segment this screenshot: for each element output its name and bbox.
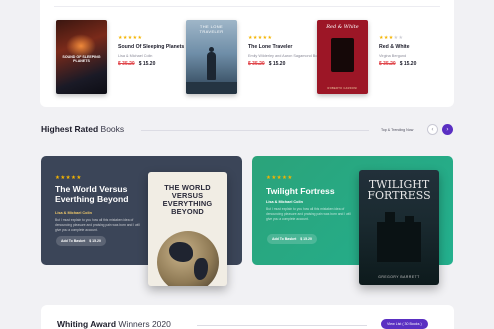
cover-author: ROBERTO CARDONI — [327, 87, 358, 90]
view-list-button[interactable]: View List ( 30 Books ) — [381, 319, 428, 329]
cover-title: SOUND OF SLEEPING PLANETS — [62, 55, 101, 64]
featured-author: Lisa & Michael Colin — [266, 200, 303, 204]
new-price: $ 15.20 — [138, 61, 156, 68]
cover-title: THE WORLD VERSUS EVERYTHING BEYOND — [162, 183, 213, 216]
featured-description: But I must explain to you how all this m… — [55, 218, 140, 232]
rating-stars: ★★★★★ — [248, 35, 273, 41]
product-author: Virgina Bergund — [379, 53, 407, 58]
cover-title: THE LONE TRAVELER — [199, 24, 224, 34]
add-to-basket-button[interactable]: Add To Basket $ 15.20 — [267, 234, 317, 244]
section-divider — [141, 130, 369, 131]
cover-title: TWILIGHT FORTRESS — [367, 178, 431, 202]
featured-title[interactable]: The World Versus Everthing Beyond — [55, 184, 147, 205]
product-strip: SOUND OF SLEEPING PLANETS ★★★★★ Sound Of… — [40, 0, 454, 107]
product-title[interactable]: Red & White — [379, 44, 459, 51]
book-cover[interactable]: TWILIGHT FORTRESS GREGORY BARRETT — [359, 170, 439, 285]
product-title[interactable]: The Lone Traveler — [248, 44, 328, 51]
new-price: $ 15.20 — [268, 61, 286, 68]
rating-stars: ★★★★★ — [266, 175, 293, 181]
new-price: $ 15.20 — [399, 61, 417, 68]
book-cover[interactable]: Red & White ROBERTO CARDONI — [317, 20, 368, 94]
old-price: $ 35.20 — [379, 61, 396, 68]
rating-stars: ★★★★★ — [55, 175, 82, 181]
product-author: Emily Wilderley and Aaron Sagamond Books — [248, 53, 324, 58]
featured-description: But I must explain to you how all this m… — [266, 207, 351, 221]
tab-top-trending[interactable]: Top & Trending Now — [381, 128, 413, 132]
book-cover[interactable]: SOUND OF SLEEPING PLANETS — [56, 20, 107, 94]
rating-stars: ★★★★★ — [379, 35, 404, 41]
featured-title[interactable]: Twilight Fortress — [266, 186, 358, 196]
cover-author: GREGORY BARRETT — [378, 275, 420, 279]
award-section: Whiting Award Winners 2020 View List ( 3… — [41, 305, 454, 329]
section-title: Whiting Award Winners 2020 — [57, 319, 171, 329]
book-cover[interactable]: THE WORLD VERSUS EVERYTHING BEYOND — [148, 172, 227, 286]
cover-title: Red & White — [326, 24, 359, 30]
divider — [54, 6, 440, 7]
old-price: $ 35.20 — [118, 61, 135, 68]
add-to-basket-button[interactable]: Add To Basket $ 15.20 — [56, 236, 106, 246]
old-price: $ 35.20 — [248, 61, 265, 68]
chevron-right-icon: › — [446, 125, 449, 133]
featured-author: Lisa & Michael Colin — [55, 211, 92, 215]
section-title: Highest Rated Books — [41, 124, 125, 134]
chevron-left-icon: ‹ — [431, 125, 434, 133]
book-cover[interactable]: THE LONE TRAVELER — [186, 20, 237, 94]
section-divider — [197, 325, 367, 326]
prev-button[interactable]: ‹ — [427, 124, 438, 135]
next-button[interactable]: › — [442, 124, 453, 135]
